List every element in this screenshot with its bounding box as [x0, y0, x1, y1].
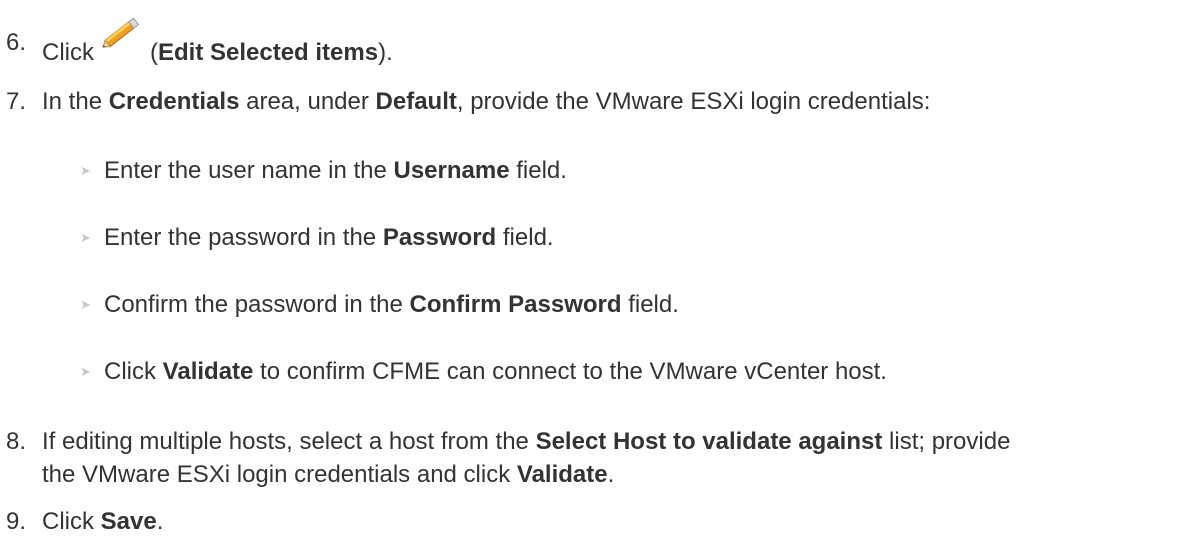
bullet-arrow-icon: ➤ [80, 230, 91, 245]
step-number: 6. [6, 29, 27, 56]
bullet-arrow-icon: ➤ [80, 364, 91, 379]
step-text: Click (Edit Selected items). [42, 17, 393, 68]
save-label: Save [100, 508, 157, 535]
step-text: If editing multiple hosts, select a host… [42, 428, 1011, 455]
step-text: In the Credentials area, under Default, … [42, 88, 931, 115]
edit-selected-items-label: Edit Selected items [158, 39, 379, 66]
bullet-arrow-icon: ➤ [80, 163, 91, 178]
step-text: the VMware ESXi login credentials and cl… [42, 461, 615, 488]
pencil-icon [98, 14, 144, 52]
bullet-arrow-icon: ➤ [80, 297, 91, 312]
step-number: 9. [6, 508, 27, 535]
step-number: 8. [6, 428, 27, 455]
step-number: 7. [6, 88, 27, 115]
step-text: Click Save. [42, 508, 164, 535]
